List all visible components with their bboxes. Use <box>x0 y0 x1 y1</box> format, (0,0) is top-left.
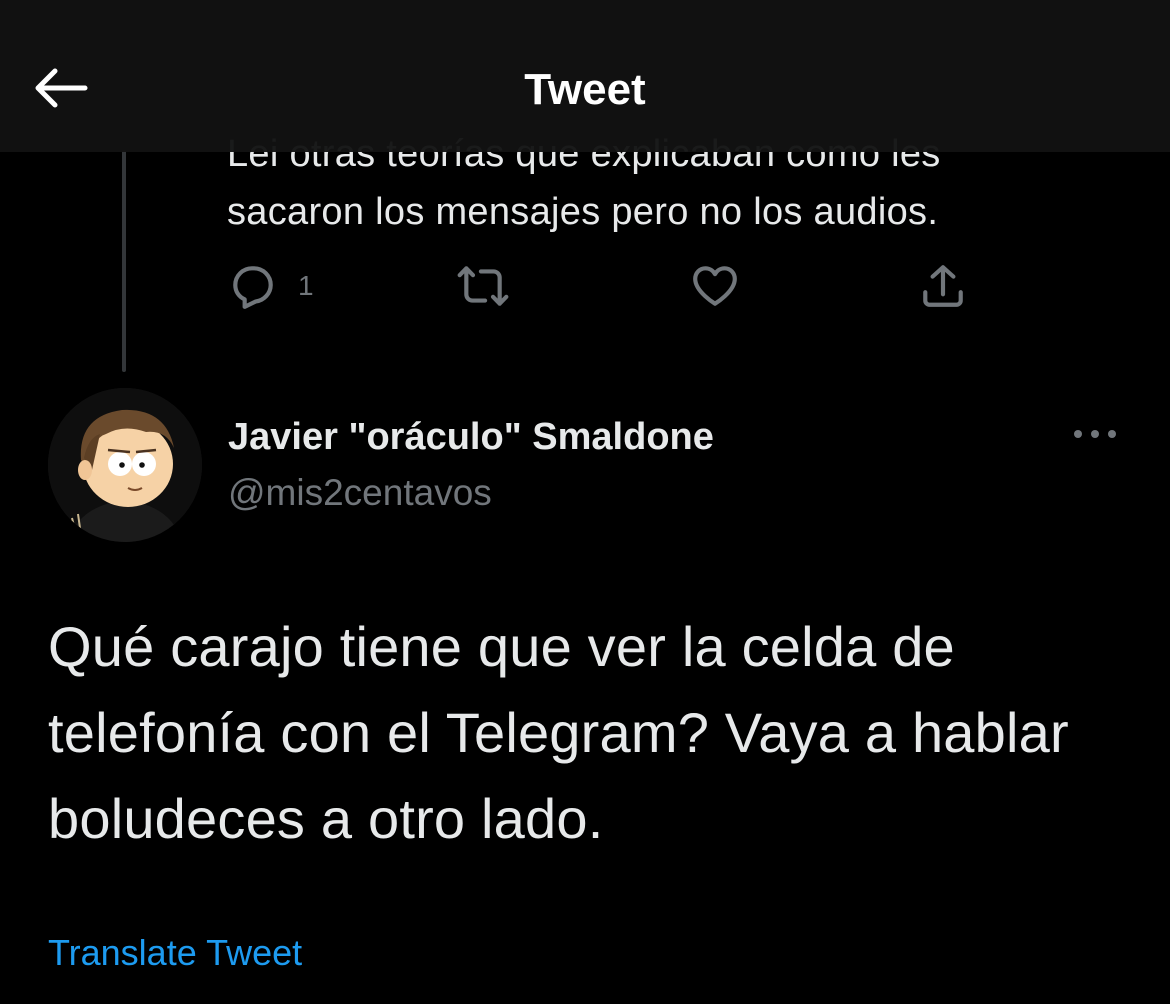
reply-button[interactable]: 1 <box>228 258 314 314</box>
translate-tweet-link[interactable]: Translate Tweet <box>48 928 302 978</box>
share-icon <box>918 261 968 311</box>
retweet-icon <box>454 261 512 311</box>
tweet-body-text: Qué carajo tiene que ver la celda de tel… <box>48 615 1069 850</box>
tweet-detail-screen: Lei otras teorías que explicaban como le… <box>0 0 1170 1004</box>
author-handle[interactable]: @mis2centavos <box>228 468 492 518</box>
heart-icon <box>690 261 740 311</box>
retweet-button[interactable] <box>454 258 512 314</box>
avatar[interactable] <box>48 388 202 542</box>
previous-tweet-text-line: sacaron los mensajes pero no los audios. <box>227 191 939 233</box>
more-options-icon <box>1071 427 1119 445</box>
previous-tweet-action-bar: 1 <box>0 258 1170 314</box>
share-button[interactable] <box>918 258 968 314</box>
author-name[interactable]: Javier "oráculo" Smaldone <box>228 412 714 462</box>
page-title: Tweet <box>524 65 646 114</box>
like-button[interactable] <box>690 258 740 314</box>
reply-icon <box>228 261 278 311</box>
top-navigation-bar: Tweet <box>0 0 1170 152</box>
more-options-button[interactable] <box>1070 420 1120 452</box>
reply-count: 1 <box>298 270 314 301</box>
